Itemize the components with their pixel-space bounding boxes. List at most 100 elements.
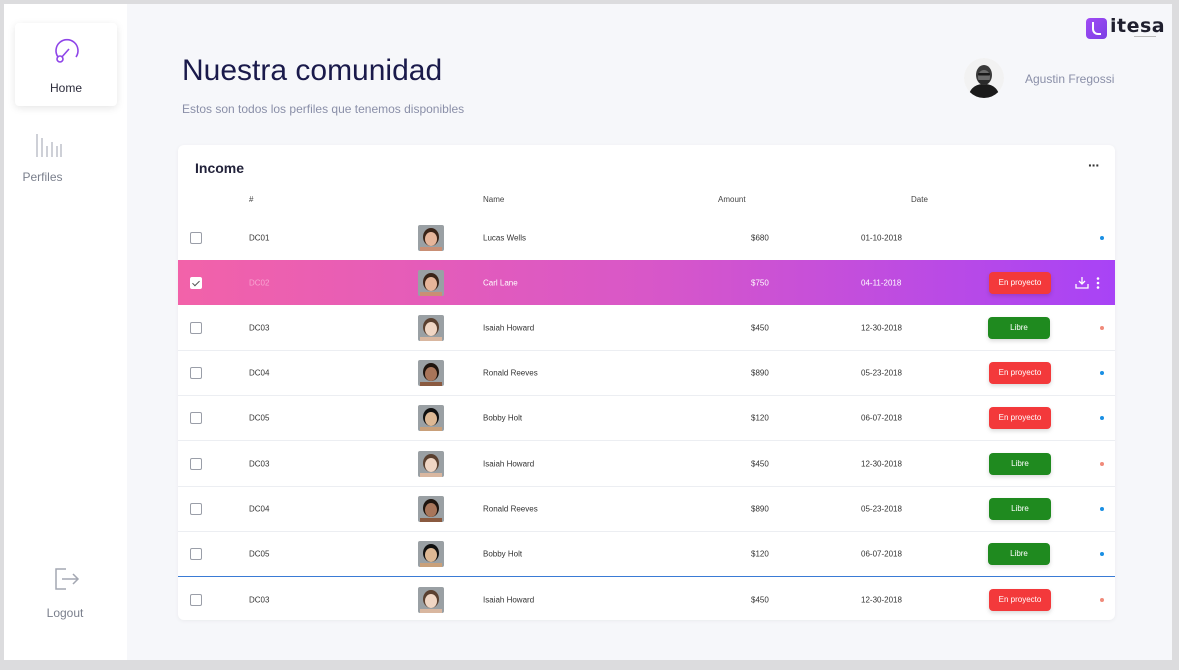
card-title: Income	[195, 160, 245, 176]
dashboard-gauge-icon	[55, 38, 79, 63]
row-checkbox[interactable]	[190, 366, 202, 379]
user-name: Agustin Fregossi	[1025, 72, 1115, 86]
kebab-menu-icon[interactable]	[1096, 276, 1100, 289]
logo-underline	[1134, 36, 1156, 37]
row-amount: $890	[751, 368, 769, 377]
table-row[interactable]: DC05 Bobby Holt $120 06-07-2018 Libre	[178, 531, 1115, 577]
row-amount: $120	[751, 549, 769, 558]
table-row[interactable]: DC04 Ronald Reeves $890 05-23-2018 En proyec…	[178, 350, 1115, 396]
row-checkbox[interactable]	[190, 411, 202, 424]
row-checkbox[interactable]	[190, 457, 202, 470]
status-dot	[1100, 597, 1104, 602]
row-amount: $750	[751, 278, 769, 287]
user-avatar[interactable]	[964, 58, 1004, 98]
status-badge[interactable]: En proyecto	[989, 271, 1051, 294]
page-title: Nuestra comunidad	[182, 54, 443, 87]
status-badge[interactable]: En proyecto	[989, 588, 1051, 611]
profile-photo	[418, 495, 444, 522]
row-date: 12-30-2018	[861, 459, 902, 468]
row-avatar	[418, 269, 444, 296]
profile-photo	[418, 224, 444, 251]
row-date: 05-23-2018	[861, 504, 902, 513]
row-checkbox[interactable]	[190, 321, 202, 334]
status-badge[interactable]: Libre	[988, 316, 1050, 339]
row-name: Lucas Wells	[483, 233, 526, 242]
logout-button[interactable]: Logout	[35, 564, 95, 624]
table-row[interactable]: DC05 Bobby Holt $120 06-07-2018 En proyecto	[178, 395, 1115, 441]
row-avatar	[418, 540, 444, 567]
status-badge[interactable]: Libre	[989, 497, 1051, 520]
status-dot	[1100, 325, 1104, 330]
row-avatar	[418, 359, 444, 386]
row-avatar	[418, 450, 444, 477]
row-name: Isaiah Howard	[483, 459, 535, 468]
row-avatar	[418, 495, 444, 522]
row-checkbox[interactable]	[190, 231, 202, 244]
row-avatar	[418, 586, 444, 613]
row-code: DC03	[249, 595, 270, 604]
row-amount: $450	[751, 595, 769, 604]
row-date: 06-07-2018	[861, 413, 902, 422]
row-code: DC01	[249, 233, 270, 242]
app-frame: Home Perfiles Logout Nuestra comunidad E…	[4, 4, 1172, 660]
column-header-code[interactable]: #	[249, 195, 253, 204]
status-badge[interactable]: En proyecto	[989, 361, 1051, 384]
sidebar-item-perfiles[interactable]: Perfiles	[4, 128, 81, 188]
profile-photo	[418, 450, 444, 477]
row-code: DC03	[249, 323, 270, 332]
status-badge[interactable]: Libre	[989, 452, 1051, 475]
row-date: 12-30-2018	[861, 595, 902, 604]
table-row[interactable]: DC02 Carl Lane $750 04-11-2018 En proyecto	[178, 260, 1115, 305]
table-row[interactable]: DC03 Isaiah Howard $450 12-30-2018 Libre	[178, 305, 1115, 351]
sidebar-item-label: Home	[49, 81, 82, 95]
logout-icon	[55, 568, 80, 590]
row-date: 12-30-2018	[861, 323, 902, 332]
status-dot	[1100, 370, 1104, 375]
avatar-photo	[964, 58, 1004, 98]
table-row[interactable]: DC03 Isaiah Howard $450 12-30-2018 En proyec…	[178, 577, 1115, 622]
sidebar-item-home[interactable]: Home	[15, 23, 117, 106]
profile-photo	[418, 586, 444, 613]
column-header-amount[interactable]: Amount	[718, 195, 746, 204]
status-dot	[1100, 506, 1104, 511]
more-options-button[interactable]: ···	[1088, 157, 1100, 173]
row-actions	[1075, 276, 1101, 290]
sidebar-item-label: Logout	[46, 606, 84, 620]
status-dot	[1100, 235, 1104, 240]
row-checkbox[interactable]	[190, 276, 202, 289]
row-date: 01-10-2018	[861, 233, 902, 242]
bar-chart-icon	[36, 134, 62, 157]
table-row[interactable]: DC03 Isaiah Howard $450 12-30-2018 Libre	[178, 441, 1115, 487]
row-name: Bobby Holt	[483, 413, 523, 422]
table-row[interactable]: DC01 Lucas Wells $680 01-10-2018	[178, 215, 1115, 261]
column-header-date[interactable]: Date	[911, 195, 928, 204]
row-code: DC04	[249, 504, 270, 513]
status-badge[interactable]: En proyecto	[989, 406, 1051, 429]
page-subtitle: Estos son todos los perfiles que tenemos…	[182, 102, 465, 116]
row-avatar	[418, 404, 444, 431]
row-code: DC02	[249, 278, 270, 287]
row-amount: $120	[751, 413, 769, 422]
table-row[interactable]: DC04 Ronald Reeves $890 05-23-2018 Libre	[178, 486, 1115, 532]
row-amount: $450	[751, 459, 769, 468]
status-badge[interactable]: Libre	[988, 542, 1050, 565]
row-amount: $450	[751, 323, 769, 332]
row-name: Carl Lane	[483, 278, 518, 287]
row-name: Ronald Reeves	[483, 504, 538, 513]
row-checkbox[interactable]	[190, 593, 202, 606]
row-checkbox[interactable]	[190, 547, 202, 560]
row-code: DC05	[249, 413, 270, 422]
row-avatar	[418, 224, 444, 251]
column-header-name[interactable]: Name	[483, 195, 504, 204]
row-name: Isaiah Howard	[483, 595, 535, 604]
status-dot	[1100, 461, 1104, 466]
row-name: Bobby Holt	[483, 549, 523, 558]
download-icon[interactable]	[1075, 276, 1089, 289]
row-code: DC05	[249, 549, 270, 558]
sidebar: Home Perfiles Logout	[4, 4, 127, 660]
row-checkbox[interactable]	[190, 502, 202, 515]
row-name: Ronald Reeves	[483, 368, 538, 377]
row-amount: $680	[751, 233, 769, 242]
profile-photo	[418, 359, 444, 386]
logo-text: itesa	[1110, 15, 1166, 37]
